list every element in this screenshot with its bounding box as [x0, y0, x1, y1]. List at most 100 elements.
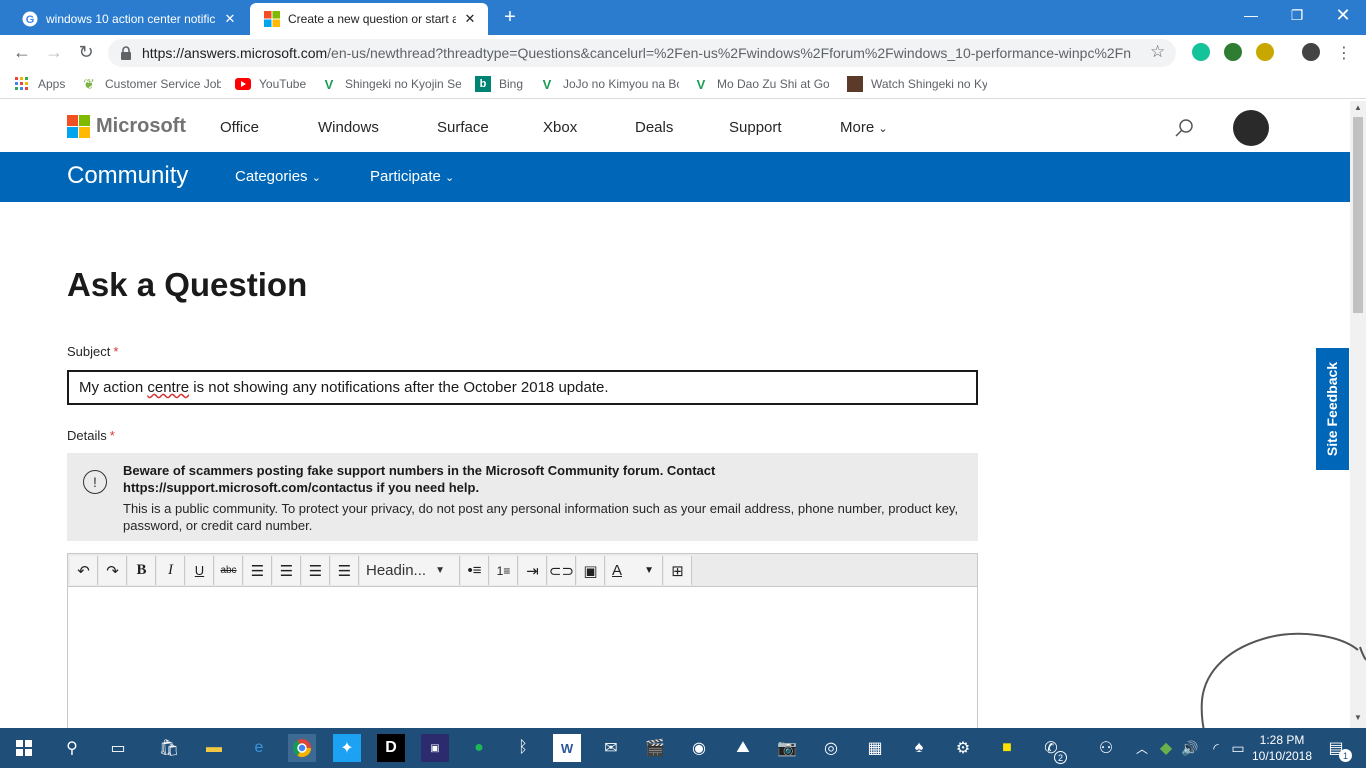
spotify-icon[interactable]: ●: [465, 734, 493, 762]
bookmark-star-icon[interactable]: ☆: [1150, 42, 1165, 62]
people-icon[interactable]: ⚇: [1092, 734, 1120, 762]
search-icon[interactable]: ⚲: [58, 734, 86, 762]
chrome-menu-icon[interactable]: ⋮: [1336, 43, 1352, 63]
bookmark-youtube[interactable]: YouTube: [235, 76, 306, 92]
calculator-icon[interactable]: ▦: [861, 734, 889, 762]
nav-xbox[interactable]: Xbox: [543, 119, 577, 136]
close-window-icon[interactable]: ✕: [1320, 0, 1366, 30]
volume-icon[interactable]: 🔊: [1176, 734, 1204, 762]
reload-icon[interactable]: ↻: [74, 40, 98, 64]
minimize-icon[interactable]: —: [1228, 0, 1274, 30]
photos-icon[interactable]: ⛰: [729, 734, 757, 762]
undo-icon[interactable]: ↶: [70, 556, 98, 585]
chrome-icon[interactable]: [288, 734, 316, 762]
extension-globe-icon[interactable]: [1224, 43, 1242, 61]
site-feedback-button[interactable]: Site Feedback: [1316, 348, 1349, 470]
settings-gear-icon[interactable]: ⚙: [949, 734, 977, 762]
mail-icon[interactable]: ✉: [597, 734, 625, 762]
bookmark-bing[interactable]: b Bing: [475, 76, 523, 92]
address-bar[interactable]: https://answers.microsoft.com/en-us/newt…: [108, 39, 1176, 67]
numbered-list-icon[interactable]: 1≡: [490, 556, 518, 585]
camera-roll-icon[interactable]: 📷: [773, 734, 801, 762]
tv-icon: V: [542, 76, 552, 92]
close-tab-icon[interactable]: ✕: [222, 11, 238, 27]
new-tab-button[interactable]: +: [499, 6, 521, 28]
bookmark-apps[interactable]: Apps: [14, 76, 65, 92]
nav-office[interactable]: Office: [220, 119, 259, 136]
redo-icon[interactable]: ↷: [99, 556, 127, 585]
store-icon[interactable]: 🛍: [155, 734, 183, 762]
scroll-up-icon[interactable]: ▲: [1354, 103, 1362, 112]
search-icon[interactable]: [1174, 118, 1194, 138]
windows-start-icon[interactable]: [10, 734, 38, 762]
grammarly-extension-icon[interactable]: [1192, 43, 1210, 61]
tab-create-question[interactable]: Create a new question or start a ✕: [250, 3, 488, 35]
twitter-icon[interactable]: ✦: [333, 734, 361, 762]
nav-windows[interactable]: Windows: [318, 119, 379, 136]
extension-icon[interactable]: [1256, 43, 1274, 61]
details-editor[interactable]: ↶ ↷ B I U abc ☰ ☰ ☰ ☰ Headin... ▼ •≡ 1≡ ⇥…: [67, 553, 978, 733]
bookmark-watch-shingeki[interactable]: Watch Shingeki no Ky: [847, 76, 987, 92]
taskbar-clock[interactable]: 1:28 PM 10/10/2018: [1242, 732, 1322, 764]
align-left-icon[interactable]: ☰: [244, 556, 272, 585]
tab-windows-10-action-center[interactable]: G windows 10 action center notific ✕: [8, 3, 248, 35]
mail-app-icon[interactable]: ✆ 2: [1037, 734, 1067, 764]
subject-input[interactable]: My action centre is not showing any noti…: [67, 370, 978, 405]
strikethrough-icon[interactable]: abc: [215, 556, 243, 585]
bookmark-jojo[interactable]: V JoJo no Kimyou na Bo: [539, 76, 679, 92]
profile-avatar-icon[interactable]: [1302, 43, 1320, 61]
align-justify-icon[interactable]: ☰: [331, 556, 359, 585]
font-color-icon[interactable]: A ▼: [606, 556, 663, 585]
bookmark-label: Apps: [38, 77, 66, 91]
page-title: Ask a Question: [67, 266, 308, 303]
link-icon[interactable]: ⊂⊃: [548, 556, 576, 585]
mail-badge: 2: [1054, 751, 1067, 764]
bluetooth-icon[interactable]: ᛒ: [509, 734, 537, 762]
bold-icon[interactable]: B: [128, 556, 156, 585]
edge-icon[interactable]: e: [245, 734, 273, 762]
app-icon[interactable]: ▣: [421, 734, 449, 762]
bookmark-label: Shingeki no Kyojin Se: [345, 77, 461, 91]
groove-music-icon[interactable]: ◉: [685, 734, 713, 762]
sticky-notes-icon[interactable]: ■: [993, 734, 1021, 762]
nav-deals[interactable]: Deals: [635, 119, 673, 136]
nav-categories[interactable]: Categories ⌄: [235, 168, 321, 185]
file-explorer-icon[interactable]: ▬: [200, 734, 228, 762]
action-center-icon[interactable]: ▤ 1: [1322, 734, 1352, 762]
bookmark-mo-dao-zu-shi[interactable]: V Mo Dao Zu Shi at Go: [693, 76, 829, 92]
indent-icon[interactable]: ⇥: [519, 556, 547, 585]
scrollbar-thumb[interactable]: [1353, 117, 1363, 313]
image-icon[interactable]: ▣: [577, 556, 605, 585]
movies-icon[interactable]: 🎬: [641, 734, 669, 762]
youtube-icon: [235, 76, 251, 92]
close-tab-icon[interactable]: ✕: [462, 11, 478, 27]
italic-icon[interactable]: I: [157, 556, 185, 585]
microsoft-logo[interactable]: Microsoft: [67, 115, 186, 138]
table-icon[interactable]: ⊞: [664, 556, 692, 585]
tv-icon: V: [696, 76, 706, 92]
avatar[interactable]: [1233, 110, 1269, 146]
camera-icon[interactable]: ◎: [817, 734, 845, 762]
details-label-text: Details: [67, 428, 107, 443]
nav-more[interactable]: More ⌄: [840, 119, 888, 136]
task-view-icon[interactable]: ▭: [104, 734, 132, 762]
align-center-icon[interactable]: ☰: [273, 556, 301, 585]
align-right-icon[interactable]: ☰: [302, 556, 330, 585]
bookmark-customer-service[interactable]: ❦ Customer Service Job: [81, 76, 221, 92]
scam-warning-notice: ! Beware of scammers posting fake suppor…: [67, 453, 978, 541]
back-arrow-icon[interactable]: ←: [10, 40, 34, 64]
word-icon[interactable]: W: [553, 734, 581, 762]
bookmark-shingeki[interactable]: V Shingeki no Kyojin Se: [321, 76, 461, 92]
nav-participate[interactable]: Participate ⌄: [370, 168, 454, 185]
forward-arrow-icon[interactable]: →: [42, 40, 66, 64]
bing-icon: b: [475, 76, 491, 92]
app-d-icon[interactable]: D: [377, 734, 405, 762]
underline-icon[interactable]: U: [186, 556, 214, 585]
nav-support[interactable]: Support: [729, 119, 782, 136]
community-title[interactable]: Community: [67, 162, 188, 190]
heading-select[interactable]: Headin... ▼: [360, 556, 460, 585]
maximize-icon[interactable]: ❐: [1274, 0, 1320, 30]
nav-surface[interactable]: Surface: [437, 119, 489, 136]
bullet-list-icon[interactable]: •≡: [461, 556, 489, 585]
solitaire-icon[interactable]: ♠: [905, 734, 933, 762]
